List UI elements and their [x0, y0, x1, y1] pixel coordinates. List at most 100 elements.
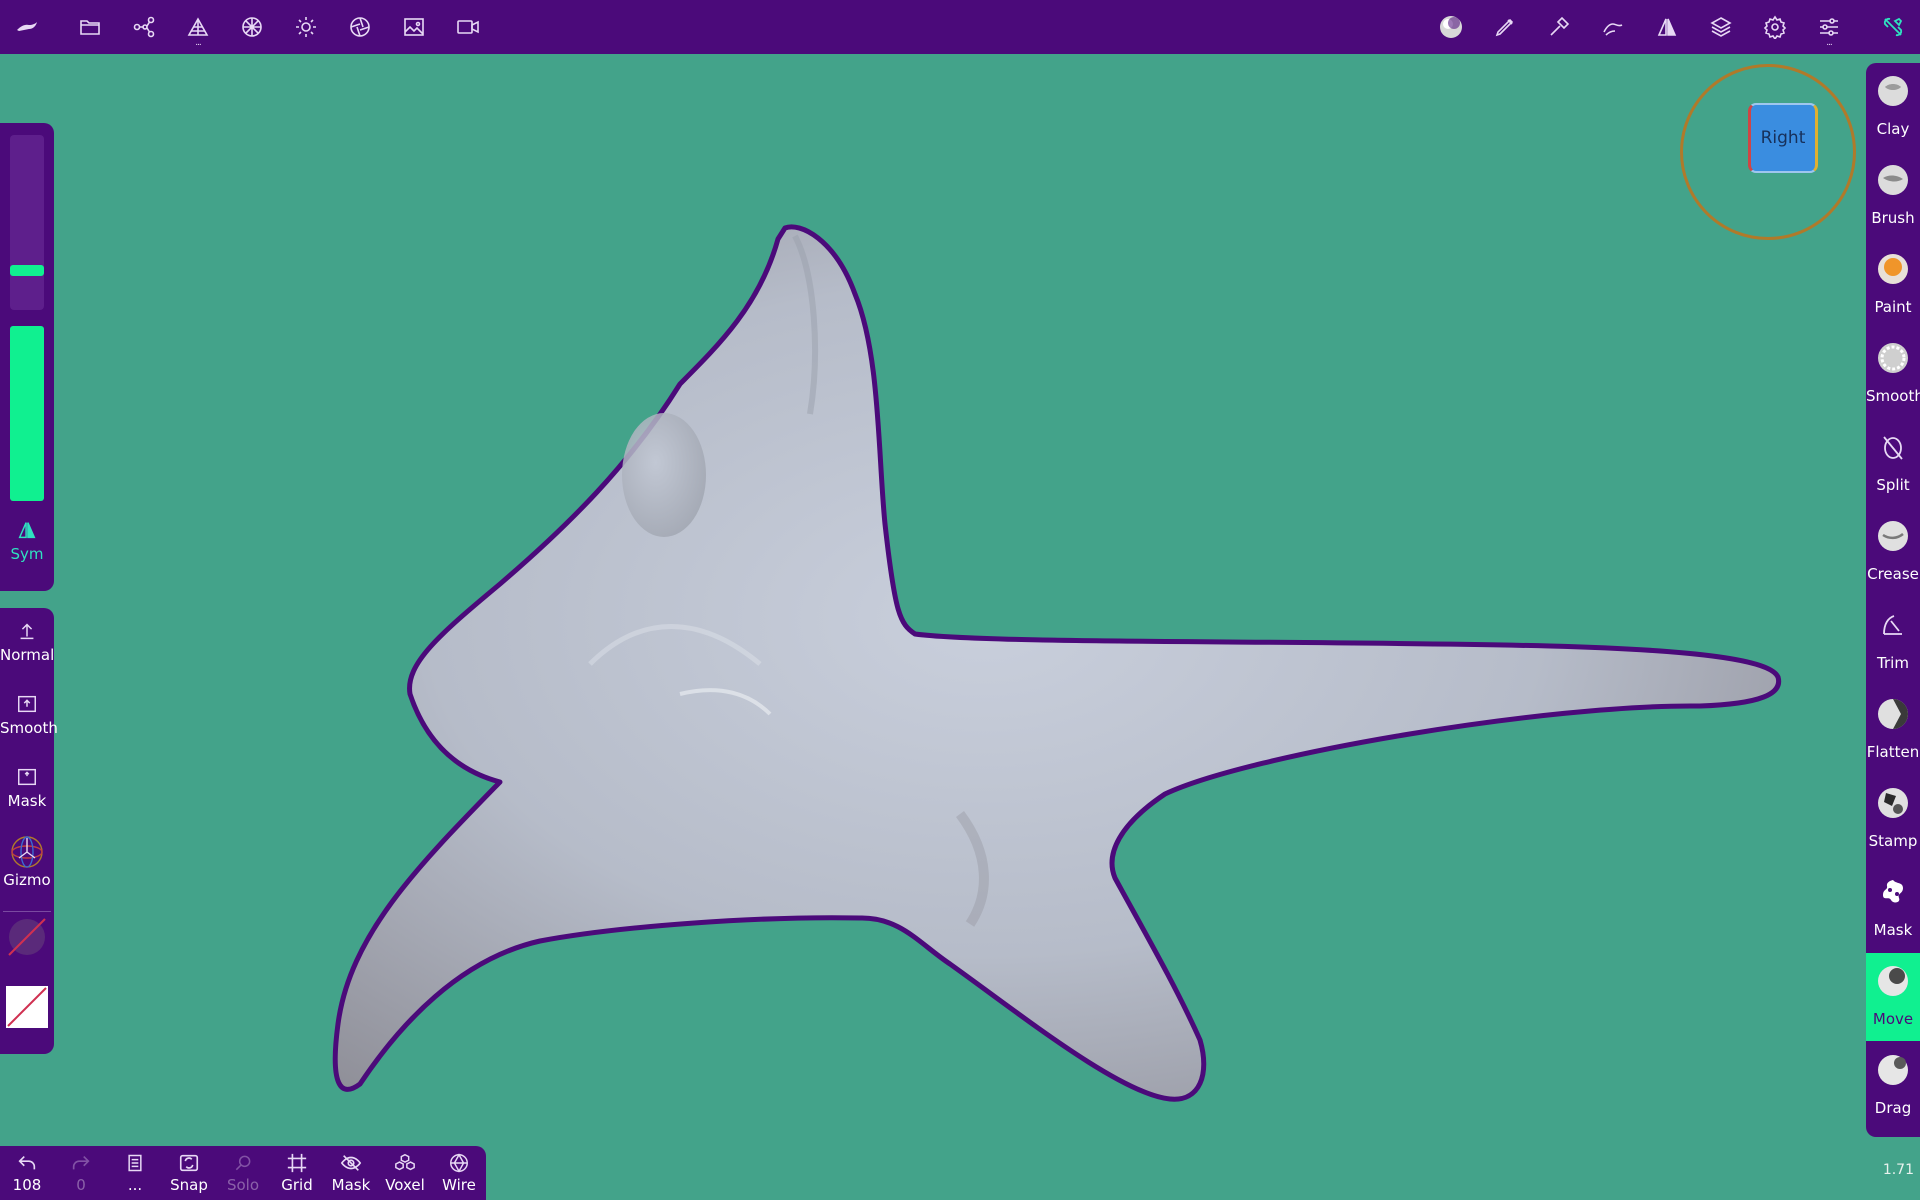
undo-button[interactable]: 108 — [0, 1150, 54, 1194]
notebook-icon — [108, 1150, 162, 1176]
tool-stamp[interactable]: Stamp — [1866, 775, 1920, 863]
gizmo-label: Gizmo — [3, 871, 51, 889]
grid-toggle[interactable]: Grid — [270, 1150, 324, 1194]
tool-label: Split — [1876, 476, 1910, 494]
tool-label: Brush — [1871, 209, 1915, 227]
material-icon[interactable] — [235, 10, 269, 44]
scene-tree-icon[interactable] — [127, 10, 161, 44]
tool-label: Paint — [1874, 298, 1912, 316]
smooth-box-icon — [0, 689, 54, 719]
tool-label: Stamp — [1868, 832, 1918, 850]
crease-icon — [1878, 521, 1908, 551]
settings-icon[interactable] — [1758, 10, 1792, 44]
more-button[interactable]: ... — [108, 1150, 162, 1194]
smooth-option[interactable]: Smooth — [0, 689, 58, 737]
color-swatch-button[interactable] — [6, 916, 48, 958]
symmetry-icon[interactable] — [1650, 10, 1684, 44]
clay-icon — [1878, 76, 1908, 106]
alpha-swatch-button[interactable] — [6, 986, 48, 1028]
tool-label: Mask — [1873, 921, 1913, 939]
grid-label: Grid — [281, 1176, 313, 1194]
symmetry-icon — [0, 515, 54, 545]
matcap-icon[interactable] — [1434, 10, 1468, 44]
pen-icon[interactable] — [1488, 10, 1522, 44]
wireframe-label: Wire — [442, 1176, 476, 1194]
mask-option[interactable]: Mask — [0, 762, 54, 810]
eye-off-icon — [324, 1150, 378, 1176]
snap-label: Snap — [170, 1176, 208, 1194]
sculpt-tools-panel: Clay Brush Paint Smooth Split Crease Tri… — [1866, 63, 1920, 1137]
stroke-icon[interactable] — [1596, 10, 1630, 44]
tool-crease[interactable]: Crease — [1866, 508, 1920, 596]
tool-label: Trim — [1877, 654, 1909, 672]
normal-option[interactable]: Normal — [0, 616, 54, 664]
tool-label: Smooth — [1866, 387, 1920, 405]
topology-icon[interactable]: ... — [181, 10, 215, 48]
move-icon — [1878, 966, 1908, 996]
radius-slider-fill — [10, 265, 44, 276]
snap-toggle[interactable]: Snap — [162, 1150, 216, 1194]
gizmo-option[interactable]: Gizmo — [0, 833, 54, 889]
radius-slider[interactable] — [10, 135, 44, 310]
aperture-icon[interactable] — [343, 10, 377, 44]
left-options-panel: Normal Smooth Mask Gizmo — [0, 608, 58, 1054]
voxel-label: Voxel — [385, 1176, 425, 1194]
voxel-button[interactable]: Voxel — [378, 1150, 432, 1194]
view-cube-label: Right — [1760, 128, 1806, 148]
image-icon[interactable] — [397, 10, 431, 44]
mask-icon — [1883, 880, 1903, 903]
tool-mask[interactable]: Mask — [1866, 864, 1920, 952]
grid-icon — [270, 1150, 324, 1176]
bottom-toolbar: 108 0 ... Snap Solo Grid Mask Voxel Wire — [0, 1146, 486, 1200]
mask-label: Mask — [7, 792, 47, 810]
tool-label: Flatten — [1866, 743, 1920, 761]
mask-visibility-label: Mask — [331, 1176, 371, 1194]
divider — [3, 911, 51, 912]
logo-icon[interactable] — [10, 10, 44, 44]
video-camera-icon[interactable] — [451, 10, 485, 44]
tool-trim[interactable]: Trim — [1866, 597, 1920, 685]
solo-toggle[interactable]: Solo — [216, 1150, 270, 1194]
mask-box-icon — [0, 762, 54, 792]
tool-flatten[interactable]: Flatten — [1866, 686, 1920, 774]
redo-button[interactable]: 0 — [54, 1150, 108, 1194]
tool-move[interactable]: Move — [1866, 953, 1920, 1041]
tool-split[interactable]: Split — [1866, 419, 1920, 507]
top-toolbar: ... ... — [0, 0, 1920, 54]
left-slider-panel: Sym — [0, 123, 54, 591]
tool-drag[interactable]: Drag — [1866, 1042, 1920, 1130]
tool-label: Move — [1872, 1010, 1914, 1028]
smooth-icon — [1878, 343, 1908, 373]
tool-label: Drag — [1874, 1099, 1912, 1117]
hammer-icon[interactable] — [1542, 10, 1576, 44]
zoom-readout: 1.71 — [1882, 1162, 1914, 1178]
tool-label: Crease — [1867, 565, 1919, 583]
undo-count: 108 — [12, 1176, 42, 1194]
wireframe-icon — [432, 1150, 486, 1176]
3d-viewport[interactable] — [0, 54, 1920, 1200]
more-label: ... — [127, 1176, 143, 1194]
redo-count: 0 — [76, 1176, 86, 1194]
sliders-icon[interactable]: ... — [1812, 10, 1846, 48]
symmetry-toggle[interactable]: Sym — [0, 515, 54, 563]
split-icon — [1883, 436, 1903, 460]
tool-clay[interactable]: Clay — [1866, 63, 1920, 151]
light-icon[interactable] — [289, 10, 323, 44]
tool-smooth[interactable]: Smooth — [1866, 330, 1920, 418]
tool-brush[interactable]: Brush — [1866, 152, 1920, 240]
tools-icon[interactable] — [1876, 10, 1910, 44]
solo-label: Solo — [226, 1176, 260, 1194]
snap-icon — [162, 1150, 216, 1176]
wireframe-toggle[interactable]: Wire — [432, 1150, 486, 1194]
undo-icon — [0, 1150, 54, 1176]
sculpt-mesh[interactable] — [0, 54, 1920, 1200]
folder-icon[interactable] — [73, 10, 107, 44]
mask-visibility-toggle[interactable]: Mask — [324, 1150, 378, 1194]
stamp-icon — [1878, 788, 1908, 818]
layers-icon[interactable] — [1704, 10, 1738, 44]
tool-paint[interactable]: Paint — [1866, 241, 1920, 329]
drag-icon — [1878, 1055, 1908, 1085]
redo-icon — [54, 1150, 108, 1176]
trim-icon — [1883, 615, 1902, 635]
view-cube[interactable]: Right — [1748, 103, 1818, 173]
